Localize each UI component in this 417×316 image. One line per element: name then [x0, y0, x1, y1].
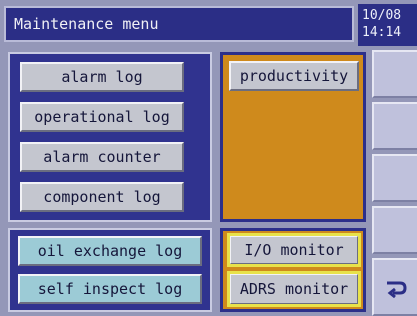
productivity-button[interactable]: productivity — [229, 61, 359, 91]
clock-display: 10/08 14:14 — [358, 4, 417, 46]
function-key-1[interactable] — [372, 50, 417, 98]
monitor-panel: I/O monitor ADRS monitor — [220, 228, 366, 312]
operational-log-button[interactable]: operational log — [20, 102, 184, 132]
clock-date: 10/08 — [362, 8, 402, 23]
return-button[interactable] — [372, 258, 417, 316]
maintenance-log-panel: oil exchange log self inspect log — [8, 228, 212, 312]
alarm-log-button[interactable]: alarm log — [20, 62, 184, 92]
function-key-4[interactable] — [372, 206, 417, 254]
return-arrow-icon — [387, 281, 407, 298]
function-key-column — [372, 50, 417, 316]
function-key-2[interactable] — [372, 102, 417, 150]
log-menu-panel: alarm log operational log alarm counter … — [8, 52, 212, 222]
clock-time: 14:14 — [362, 25, 402, 40]
title-bar: Maintenance menu — [4, 6, 354, 42]
alarm-counter-button[interactable]: alarm counter — [20, 142, 184, 172]
hmi-screen: Maintenance menu 10/08 14:14 alarm log o… — [0, 0, 417, 316]
adrs-monitor-button[interactable]: ADRS monitor — [227, 271, 361, 307]
component-log-button[interactable]: component log — [20, 182, 184, 212]
function-key-3[interactable] — [372, 154, 417, 202]
page-title: Maintenance menu — [14, 15, 159, 33]
io-monitor-button[interactable]: I/O monitor — [227, 233, 361, 267]
self-inspect-log-button[interactable]: self inspect log — [18, 274, 202, 304]
productivity-panel: productivity — [220, 52, 366, 222]
oil-exchange-log-button[interactable]: oil exchange log — [18, 236, 202, 266]
